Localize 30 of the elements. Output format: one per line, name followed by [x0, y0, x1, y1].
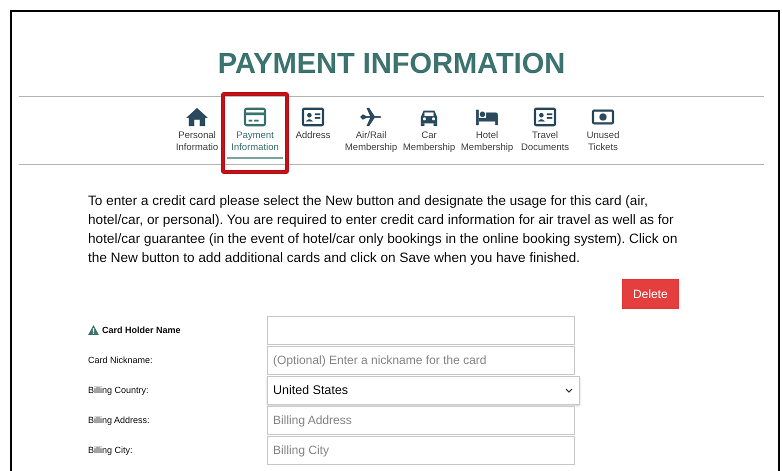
warning-icon: [88, 325, 99, 335]
page-title: PAYMENT INFORMATION: [19, 12, 764, 97]
airplane-icon: [359, 107, 383, 127]
delete-button[interactable]: Delete: [622, 279, 679, 309]
text-field[interactable]: (Optional) Enter a nickname for the card: [267, 346, 575, 374]
id-card-icon: [301, 107, 325, 127]
home-icon: [185, 107, 209, 127]
nav-tab[interactable]: Unused Tickets: [575, 105, 631, 157]
nav-tab[interactable]: Payment Information: [227, 105, 283, 159]
text-field[interactable]: Billing City: [267, 436, 575, 464]
field-label: Billing Address:: [88, 415, 150, 425]
bed-icon: [475, 107, 499, 127]
nav-tab[interactable]: Personal Informatio: [169, 105, 225, 157]
field-label: Card Holder Name: [102, 325, 181, 335]
nav-tab[interactable]: Air/Rail Membership: [343, 105, 399, 157]
chevron-down-icon: [565, 388, 573, 392]
nav-tab[interactable]: Car Membership: [401, 105, 457, 157]
nav-tab[interactable]: Hotel Membership: [459, 105, 515, 157]
banknote-icon: [591, 107, 615, 127]
field-label: Card Nickname:: [88, 355, 153, 365]
instructions-text: To enter a credit card please select the New button and designate the usage for this card (air, hotel/car, or personal). You are required to enter credit card information for air travel as well as for hotel/car guarantee (in the event of hotel/car only bookings in the online booking system). Click on the New button to add additional cards and click on Save when you have finished.: [88, 192, 678, 267]
credit-card-icon: [243, 107, 267, 127]
id-card-icon: [533, 107, 557, 127]
text-field[interactable]: [267, 316, 575, 344]
field-label: Billing Country:: [88, 385, 149, 395]
text-field[interactable]: Billing Address: [267, 406, 575, 434]
nav-tab[interactable]: Travel Documents: [517, 105, 573, 157]
field-label: Billing City:: [88, 445, 133, 455]
country-select[interactable]: United States: [267, 376, 580, 404]
nav-tab[interactable]: Address: [285, 105, 341, 145]
